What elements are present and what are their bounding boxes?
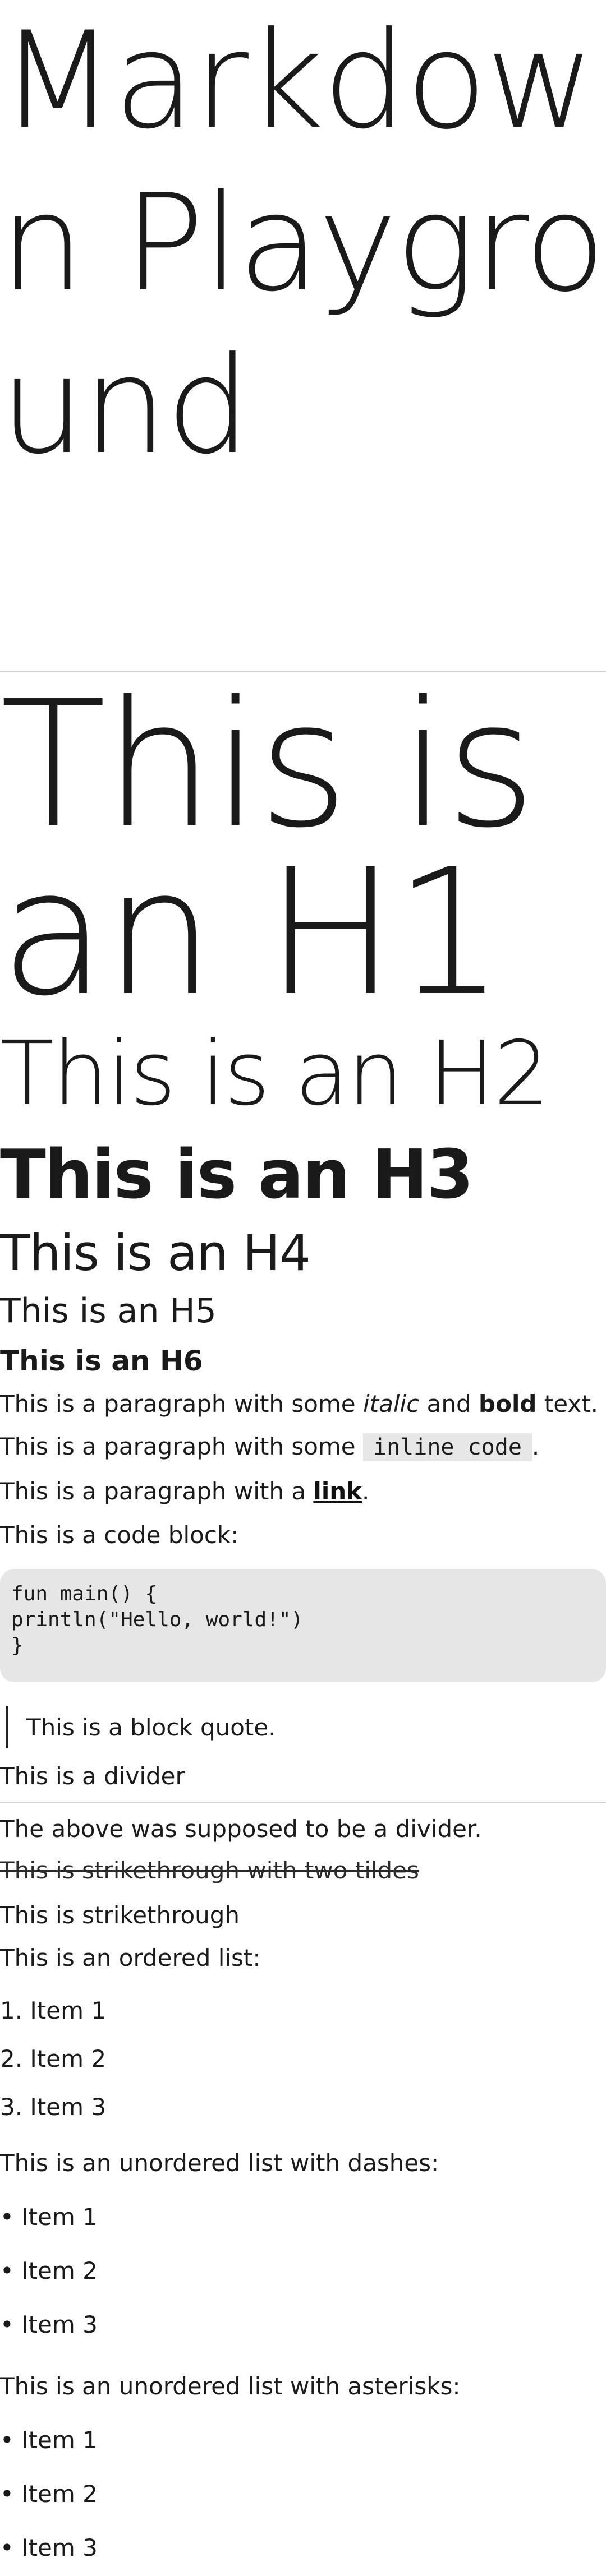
list-item: • Item 2 (0, 2480, 98, 2508)
paragraph-text: text. (536, 1390, 599, 1418)
paragraph-text: . (362, 1478, 370, 1505)
list-item: 2. Item 2 (0, 2045, 107, 2072)
list-item: • Item 1 (0, 2203, 98, 2231)
heading-h4: This is an H4 (0, 1224, 311, 1282)
strikethrough-plain-text: This is strikethrough (0, 1901, 240, 1929)
horizontal-divider (0, 1802, 606, 1803)
paragraph-text: This is a paragraph with some (0, 1390, 364, 1418)
quote-bar (6, 1706, 8, 1748)
heading-h2: This is an H2 (0, 1022, 550, 1125)
paragraph-text: This is a paragraph with some (0, 1433, 364, 1460)
code-line: } (11, 1634, 24, 1657)
paragraph-text: This is a paragraph with a (0, 1478, 314, 1505)
heading-h3: This is an H3 (0, 1136, 474, 1214)
block-quote: This is a block quote. (0, 1706, 276, 1748)
link[interactable]: link (313, 1478, 362, 1505)
divider-label: This is a divider (0, 1762, 185, 1790)
list-item: 1. Item 1 (0, 1997, 107, 2024)
italic-text: italic (363, 1390, 420, 1418)
code-line: fun main() { (11, 1582, 158, 1605)
ordered-list-label: This is an ordered list: (0, 1944, 261, 1972)
after-divider-text: The above was supposed to be a divider. (0, 1815, 482, 1843)
page-title: Markdown Playground (0, 3, 606, 484)
paragraph-text: and (419, 1390, 479, 1418)
list-item: 3. Item 3 (0, 2093, 107, 2121)
quote-text: This is a block quote. (26, 1713, 276, 1741)
paragraph-text: . (531, 1433, 540, 1460)
inline-code: inline code (363, 1433, 532, 1461)
heading-h5: This is an H5 (0, 1291, 217, 1331)
bold-text: bold (479, 1390, 537, 1418)
paragraph-link: This is a paragraph with a link. (0, 1475, 369, 1508)
unordered-dashes-label: This is an unordered list with dashes: (0, 2149, 439, 2177)
paragraph-inline-code: This is a paragraph with some inline cod… (0, 1430, 539, 1464)
code-block: fun main() { println("Hello, world!") } (0, 1569, 606, 1682)
code-line: println("Hello, world!") (11, 1608, 304, 1631)
strikethrough-text: This is strikethrough with two tildes (0, 1857, 419, 1884)
list-item: • Item 3 (0, 2311, 98, 2338)
heading-h6: This is an H6 (0, 1345, 203, 1377)
paragraph-italic-bold: This is a paragraph with some italic and… (0, 1387, 598, 1421)
codeblock-label: This is a code block: (0, 1521, 239, 1549)
unordered-asterisks-label: This is an unordered list with asterisks… (0, 2372, 461, 2400)
heading-h1: This is an H1 (0, 664, 536, 1035)
list-item: • Item 3 (0, 2534, 98, 2561)
list-item: • Item 1 (0, 2426, 98, 2454)
list-item: • Item 2 (0, 2257, 98, 2284)
